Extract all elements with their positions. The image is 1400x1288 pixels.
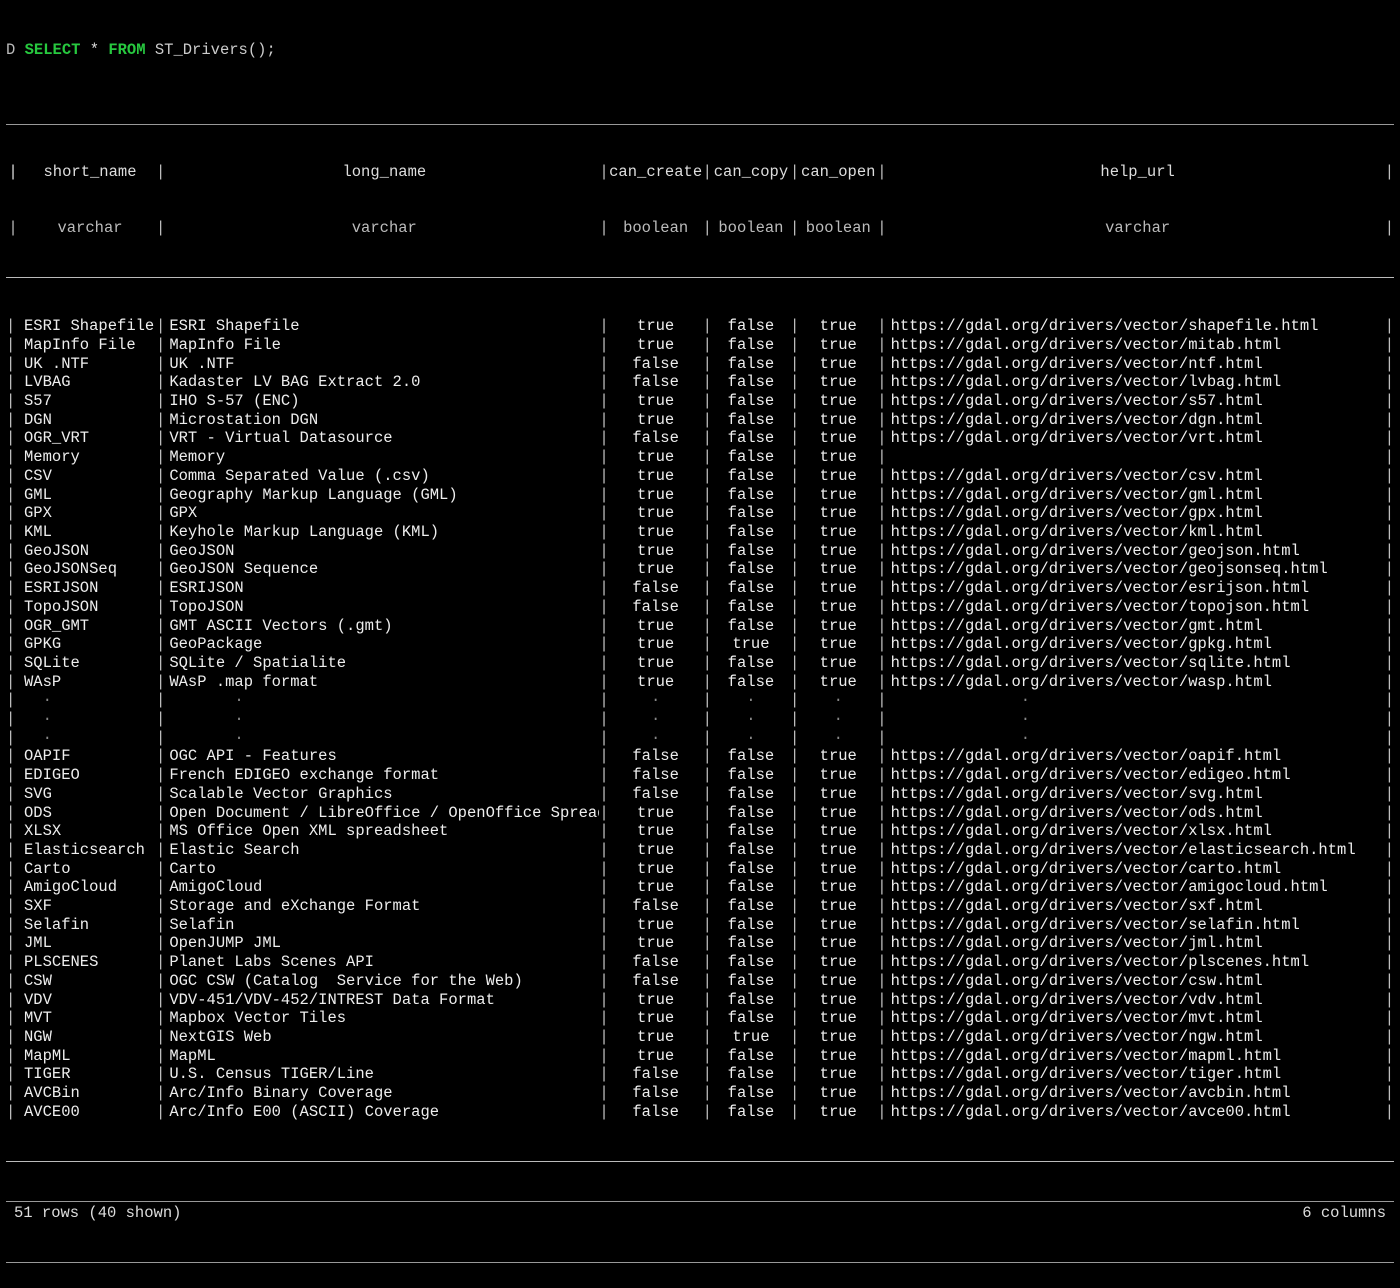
table-row: |GML|Geography Markup Language (GML)|tru… <box>6 486 1394 505</box>
table-row: |WAsP|WAsP .map format|true|false|true|h… <box>6 673 1394 692</box>
hdr-short_name: short_name <box>20 163 156 182</box>
typ-1: varchar <box>165 219 599 238</box>
footer-divider <box>6 1161 1394 1162</box>
col-count: 6 columns <box>1302 1204 1386 1223</box>
table-row: | ·| ·|·|·|·| ·| <box>6 710 1394 729</box>
col-sep: | <box>790 219 799 238</box>
table-row: |MapML|MapML|true|false|true|https://gda… <box>6 1047 1394 1066</box>
table-row: |UK .NTF|UK .NTF|false|false|true|https:… <box>6 355 1394 374</box>
table-row: |GPX|GPX|true|false|true|https://gdal.or… <box>6 504 1394 523</box>
table-row: |AVCBin|Arc/Info Binary Coverage|false|f… <box>6 1084 1394 1103</box>
table-row: |CSW|OGC CSW (Catalog Service for the We… <box>6 972 1394 991</box>
col-sep: | <box>156 163 165 182</box>
header-divider <box>6 277 1394 278</box>
hdr-long_name: long_name <box>165 163 599 182</box>
table-row: |GeoJSONSeq|GeoJSON Sequence|true|false|… <box>6 560 1394 579</box>
col-sep: | <box>703 163 712 182</box>
col-sep: | <box>1385 163 1394 182</box>
table-row: |CSV|Comma Separated Value (.csv)|true|f… <box>6 467 1394 486</box>
table-row: |MVT|Mapbox Vector Tiles|true|false|true… <box>6 1009 1394 1028</box>
table-row: |GPKG|GeoPackage|true|true|true|https://… <box>6 635 1394 654</box>
table-row: |GeoJSON|GeoJSON|true|false|true|https:/… <box>6 542 1394 561</box>
table-row: |SVG|Scalable Vector Graphics|false|fals… <box>6 785 1394 804</box>
footer-row: 51 rows (40 shown) 6 columns <box>6 1201 1394 1225</box>
col-sep: | <box>6 163 20 182</box>
col-sep: | <box>599 163 608 182</box>
result-table: | short_name| long_name| can_create| can… <box>6 124 1394 1263</box>
typ-3: boolean <box>712 219 790 238</box>
col-sep: | <box>6 219 20 238</box>
table-row: |ODS|Open Document / LibreOffice / OpenO… <box>6 804 1394 823</box>
table-row: |S57|IHO S-57 (ENC)|true|false|true|http… <box>6 392 1394 411</box>
hdr-help_url: help_url <box>887 163 1385 182</box>
star: * <box>80 41 108 59</box>
table-row: |Elasticsearch|Elastic Search|true|false… <box>6 841 1394 860</box>
table-row: |Selafin|Selafin|true|false|true|https:/… <box>6 916 1394 935</box>
col-sep: | <box>790 163 799 182</box>
table-row: |PLSCENES|Planet Labs Scenes API|false|f… <box>6 953 1394 972</box>
table-row: |OAPIF|OGC API - Features|false|false|tr… <box>6 747 1394 766</box>
prompt-marker: D <box>6 41 25 59</box>
table-row: |ESRI Shapefile|ESRI Shapefile|true|fals… <box>6 317 1394 336</box>
kw-select: SELECT <box>25 41 81 59</box>
table-row: | ·| ·|·|·|·| ·| <box>6 729 1394 748</box>
table-row: |ESRIJSON|ESRIJSON|false|false|true|http… <box>6 579 1394 598</box>
col-sep: | <box>1385 219 1394 238</box>
table-row: |AVCE00|Arc/Info E00 (ASCII) Coverage|fa… <box>6 1103 1394 1122</box>
hdr-can_open: can_open <box>799 163 877 182</box>
table-row: |MapInfo File|MapInfo File|true|false|tr… <box>6 336 1394 355</box>
table-row: |LVBAG|Kadaster LV BAG Extract 2.0|false… <box>6 373 1394 392</box>
col-sep: | <box>877 219 886 238</box>
col-sep: | <box>599 219 608 238</box>
table-row: |SQLite|SQLite / Spatialite|true|false|t… <box>6 654 1394 673</box>
table-row: |TIGER|U.S. Census TIGER/Line|false|fals… <box>6 1065 1394 1084</box>
terminal-screen[interactable]: D SELECT * FROM ST_Drivers(); | short_na… <box>0 0 1400 1288</box>
table-row: |TopoJSON|TopoJSON|false|false|true|http… <box>6 598 1394 617</box>
table-row: |JML|OpenJUMP JML|true|false|true|https:… <box>6 934 1394 953</box>
sql-prompt: D SELECT * FROM ST_Drivers(); <box>6 41 1394 60</box>
sql-rest: ST_Drivers(); <box>146 41 276 59</box>
header-row: | short_name| long_name| can_create| can… <box>6 163 1394 182</box>
typ-2: boolean <box>609 219 703 238</box>
data-rows: |ESRI Shapefile|ESRI Shapefile|true|fals… <box>6 317 1394 1121</box>
table-row: | ·| ·|·|·|·| ·| <box>6 691 1394 710</box>
table-row: |DGN|Microstation DGN|true|false|true|ht… <box>6 411 1394 430</box>
kw-from: FROM <box>108 41 145 59</box>
table-row: |AmigoCloud|AmigoCloud|true|false|true|h… <box>6 878 1394 897</box>
col-sep: | <box>156 219 165 238</box>
hdr-can_copy: can_copy <box>712 163 790 182</box>
type-row: | varchar| varchar| boolean| boolean| bo… <box>6 219 1394 238</box>
table-row: |OGR_GMT|GMT ASCII Vectors (.gmt)|true|f… <box>6 617 1394 636</box>
typ-0: varchar <box>20 219 156 238</box>
hdr-can_create: can_create <box>609 163 703 182</box>
col-sep: | <box>877 163 886 182</box>
table-row: |XLSX|MS Office Open XML spreadsheet|tru… <box>6 822 1394 841</box>
typ-5: varchar <box>887 219 1385 238</box>
table-row: |NGW|NextGIS Web|true|true|true|https://… <box>6 1028 1394 1047</box>
typ-4: boolean <box>799 219 877 238</box>
table-row: |VDV|VDV-451/VDV-452/INTREST Data Format… <box>6 991 1394 1010</box>
table-row: |KML|Keyhole Markup Language (KML)|true|… <box>6 523 1394 542</box>
table-row: |Memory|Memory|true|false|true|| <box>6 448 1394 467</box>
row-count: 51 rows (40 shown) <box>14 1204 181 1223</box>
table-row: |OGR_VRT|VRT - Virtual Datasource|false|… <box>6 429 1394 448</box>
col-sep: | <box>703 219 712 238</box>
table-row: |EDIGEO|French EDIGEO exchange format|fa… <box>6 766 1394 785</box>
table-row: |SXF|Storage and eXchange Format|false|f… <box>6 897 1394 916</box>
table-row: |Carto|Carto|true|false|true|https://gda… <box>6 860 1394 879</box>
